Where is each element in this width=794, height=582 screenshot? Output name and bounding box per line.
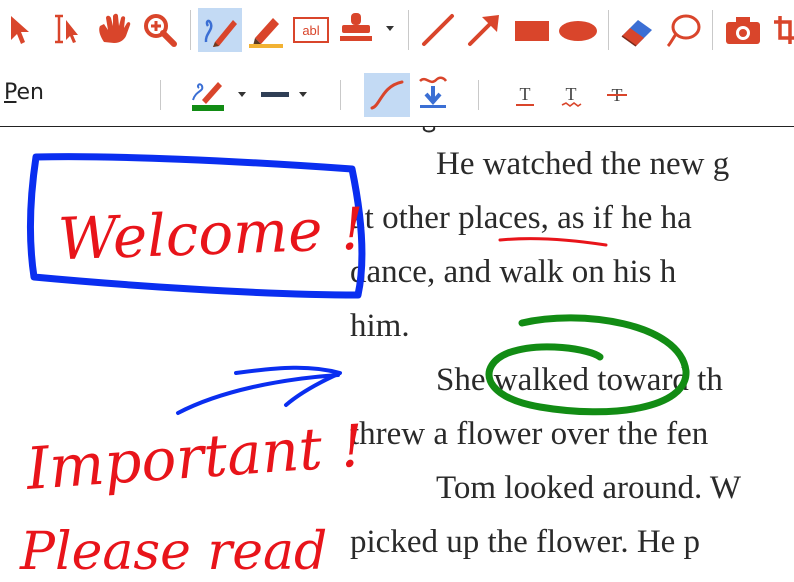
toolbar-separator xyxy=(340,80,341,110)
eraser-icon[interactable] xyxy=(618,12,656,48)
arrow-icon[interactable] xyxy=(466,12,502,48)
highlighter-icon[interactable] xyxy=(247,12,285,48)
pen-icon[interactable] xyxy=(201,12,239,48)
crop-icon[interactable] xyxy=(772,14,794,46)
snap-down-icon[interactable] xyxy=(416,74,450,112)
ink-arrow-stroke[interactable] xyxy=(176,373,340,415)
ink-welcome-text[interactable]: Welcome ! xyxy=(57,195,365,274)
text-field-icon-label: abl xyxy=(302,23,319,38)
svg-text:T: T xyxy=(566,84,577,104)
text-underline-icon[interactable]: T xyxy=(514,80,536,110)
text-select-icon[interactable] xyxy=(50,12,84,46)
ink-underline-stroke[interactable] xyxy=(498,237,608,247)
text-strikeout-icon[interactable]: T xyxy=(606,80,628,110)
toolbar-separator xyxy=(712,10,713,50)
select-arrow-icon[interactable] xyxy=(8,14,32,46)
chevron-down-icon[interactable] xyxy=(297,90,309,98)
pen-color-icon[interactable] xyxy=(190,76,228,112)
tool-mode-label: Pen xyxy=(4,80,44,105)
zoom-icon[interactable] xyxy=(142,12,178,48)
line-width-icon[interactable] xyxy=(260,86,290,102)
toolbar-separator xyxy=(478,80,479,110)
ink-important-text[interactable]: Important ! xyxy=(23,412,366,503)
svg-text:T: T xyxy=(520,84,531,104)
stamp-icon[interactable] xyxy=(338,10,374,48)
text-squiggly-icon[interactable]: T xyxy=(560,80,582,110)
ink-please-read-text[interactable]: Please read xyxy=(19,522,327,582)
camera-icon[interactable] xyxy=(724,14,762,46)
ellipse-icon[interactable] xyxy=(558,20,598,42)
line-icon[interactable] xyxy=(420,12,456,48)
hand-pan-icon[interactable] xyxy=(96,12,132,46)
toolbar-separator xyxy=(408,10,409,50)
ink-annotations: Welcome ! Important ! Please read xyxy=(19,127,690,582)
lasso-icon[interactable] xyxy=(664,12,702,48)
chevron-down-icon[interactable] xyxy=(384,24,396,32)
text-field-icon[interactable]: abl xyxy=(292,14,330,46)
smooth-curve-icon[interactable] xyxy=(368,76,406,112)
ink-circle-stroke[interactable] xyxy=(485,314,690,416)
rectangle-icon[interactable] xyxy=(514,20,550,42)
toolbar-separator xyxy=(608,10,609,50)
main-toolbar: abl xyxy=(0,0,794,60)
toolbar-separator xyxy=(160,80,161,110)
chevron-down-icon[interactable] xyxy=(236,90,248,98)
document-page[interactable]: He watched the new g at other places, as… xyxy=(0,127,794,582)
toolbar-separator xyxy=(190,10,191,50)
